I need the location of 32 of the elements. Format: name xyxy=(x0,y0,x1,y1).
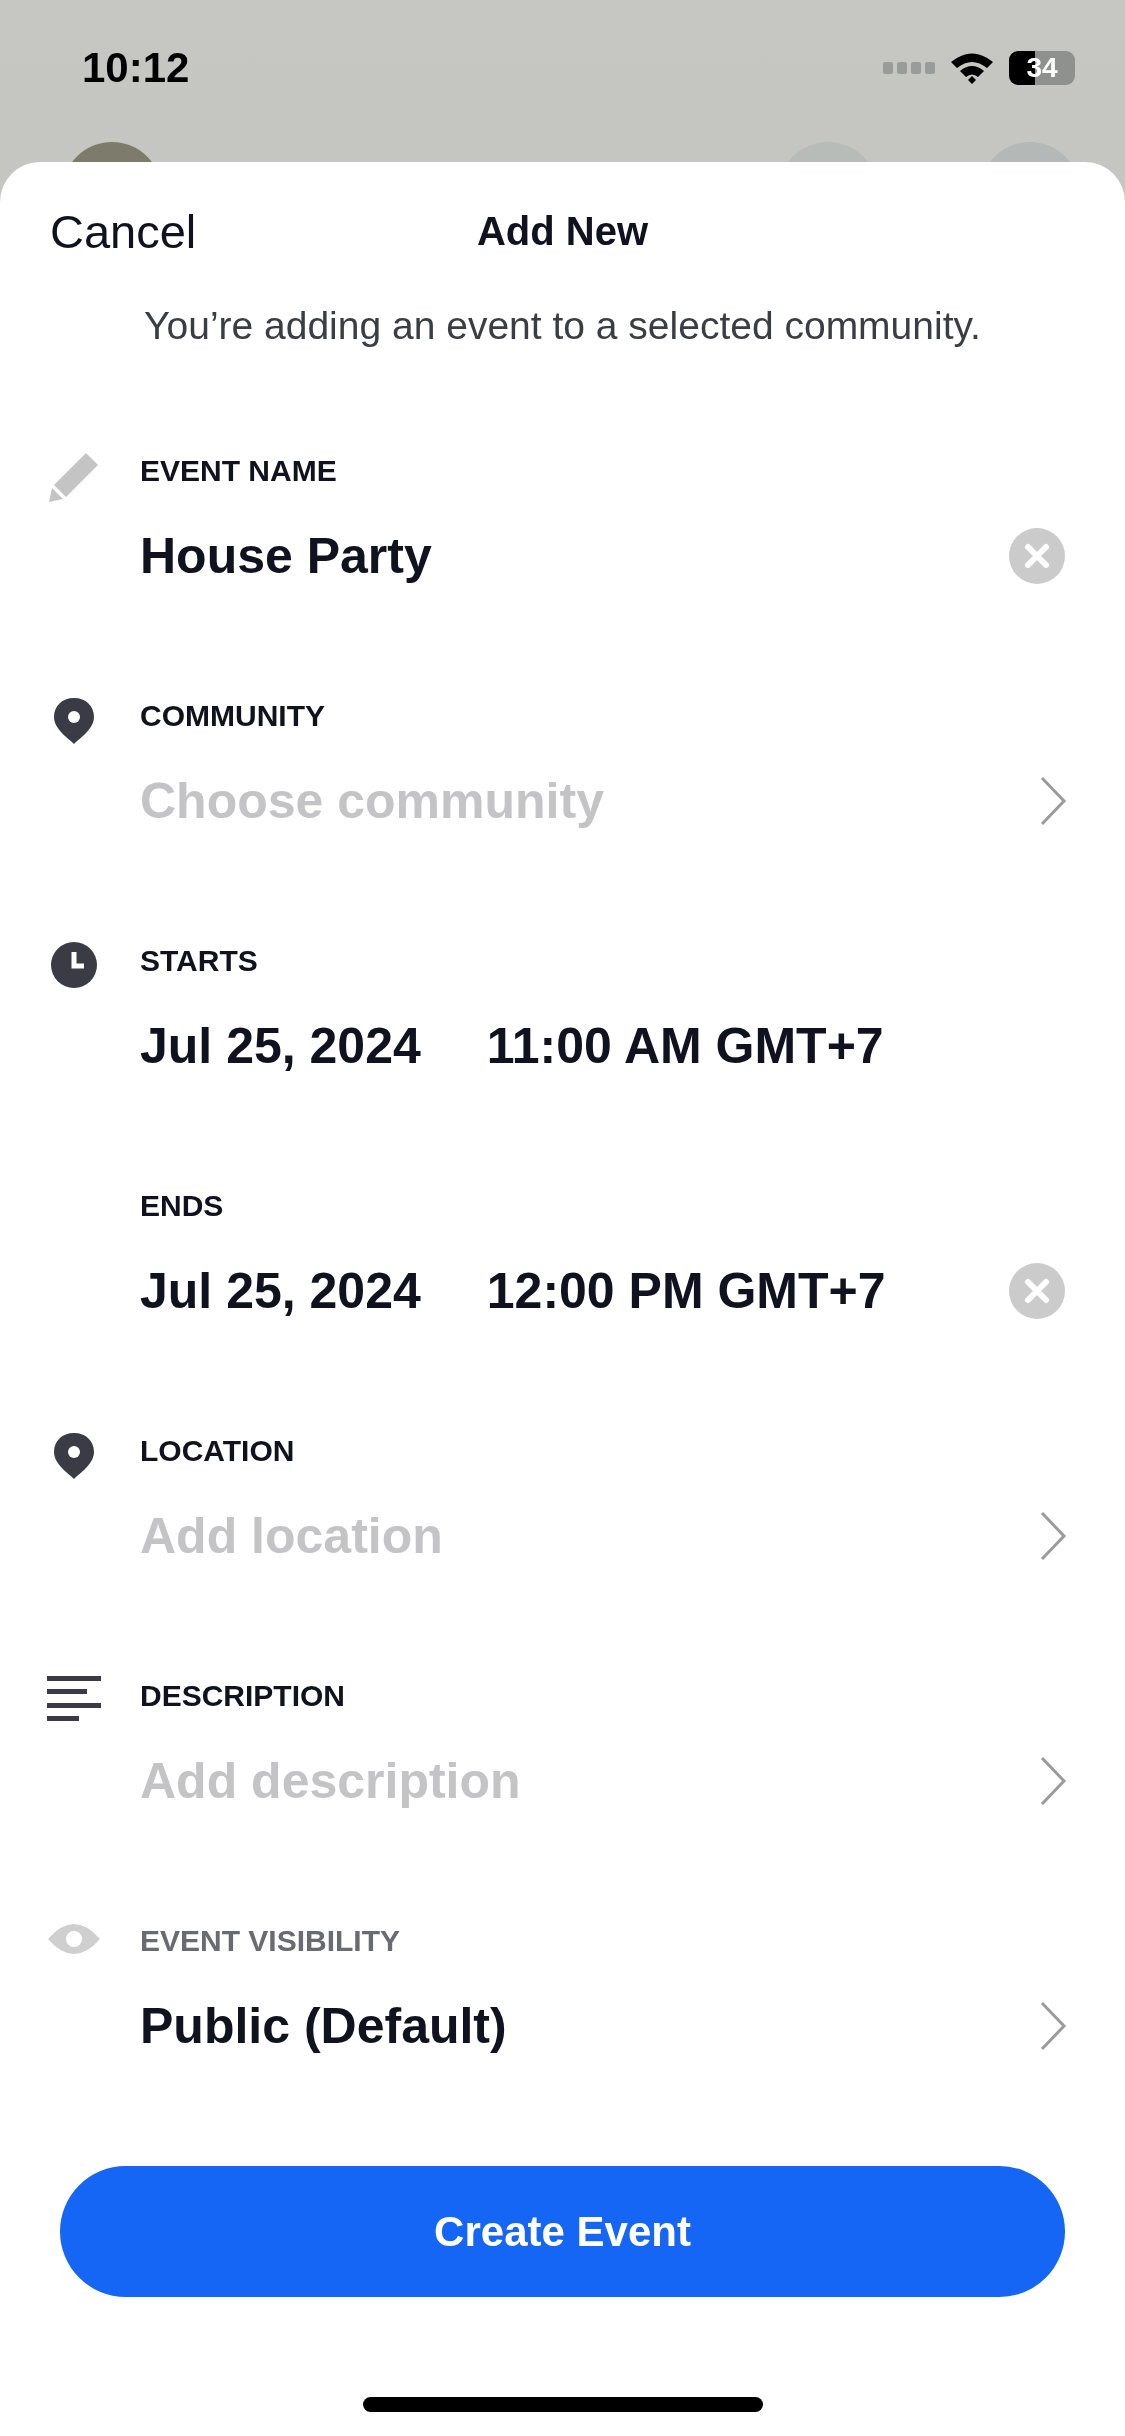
chevron-right-icon[interactable] xyxy=(1039,2001,1067,2051)
location-pin-icon xyxy=(52,696,96,746)
status-time: 10:12 xyxy=(82,44,190,92)
sheet-title: Add New xyxy=(475,209,650,254)
field-value[interactable]: House Party xyxy=(140,527,432,585)
field-label: ENDS xyxy=(140,1188,224,1224)
pencil-icon xyxy=(48,451,100,503)
location-pin-icon xyxy=(52,1431,96,1481)
field-label: STARTS xyxy=(140,943,258,979)
text-lines-icon xyxy=(47,1676,101,1722)
field-label: LOCATION xyxy=(140,1433,295,1469)
clear-icon[interactable] xyxy=(1009,1263,1065,1319)
date-value[interactable]: Jul 25, 2024 xyxy=(140,1262,421,1320)
chevron-right-icon[interactable] xyxy=(1039,776,1067,826)
eye-icon xyxy=(46,1921,102,1957)
clear-icon[interactable] xyxy=(1009,528,1065,584)
field-label: EVENT NAME xyxy=(140,453,337,489)
chevron-right-icon[interactable] xyxy=(1039,1756,1067,1806)
field-label: COMMUNITY xyxy=(140,698,325,734)
date-value[interactable]: Jul 25, 2024 xyxy=(140,1017,421,1075)
field-label: EVENT VISIBILITY xyxy=(140,1923,401,1959)
create-event-button[interactable]: Create Event xyxy=(60,2166,1065,2297)
clock-icon xyxy=(50,941,98,989)
cancel-button[interactable]: Cancel xyxy=(50,204,197,259)
field-value[interactable]: Public (Default) xyxy=(140,1997,507,2055)
wifi-icon xyxy=(949,51,995,85)
signal-icon xyxy=(883,62,935,74)
time-value[interactable]: 12:00 PM GMT+7 xyxy=(486,1262,886,1320)
subtitle: You’re adding an event to a selected community. xyxy=(143,303,982,349)
chevron-right-icon[interactable] xyxy=(1039,1511,1067,1561)
time-value[interactable]: 11:00 AM GMT+7 xyxy=(486,1017,884,1075)
field-label: DESCRIPTION xyxy=(140,1678,346,1714)
